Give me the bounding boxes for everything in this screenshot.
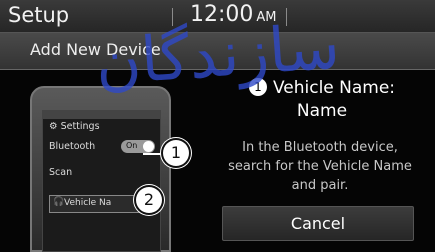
- vehicle-name-value: Name: [296, 101, 348, 121]
- callout-marker-1: 1: [163, 140, 189, 166]
- bluetooth-toggle: On: [121, 140, 155, 153]
- phone-settings-row: ⚙ Settings: [49, 121, 100, 132]
- phone-screen: ⚙ Settings Bluetooth On Scan 🎧 Vehicle N…: [42, 110, 161, 252]
- instruction-text: In the Bluetooth device, search for the …: [205, 138, 435, 195]
- settings-gear-icon: ⚙: [49, 121, 58, 132]
- instruction-line: search for the Vehicle Name: [228, 159, 412, 174]
- phone-illustration: ⚙ Settings Bluetooth On Scan 🎧 Vehicle N…: [30, 86, 171, 252]
- screen-title: Setup: [8, 3, 70, 27]
- cancel-button[interactable]: Cancel: [222, 206, 414, 241]
- phone-settings-label: Settings: [60, 121, 100, 132]
- phone-scan-label: Scan: [49, 167, 73, 178]
- instruction-line: In the Bluetooth device,: [242, 140, 398, 155]
- instruction-line: and pair.: [291, 178, 349, 193]
- callout-marker-2: 2: [136, 187, 162, 213]
- phone-bluetooth-label: Bluetooth: [49, 141, 96, 152]
- phone-device-label: Vehicle Na: [64, 198, 112, 208]
- headset-icon: 🎧: [53, 197, 65, 207]
- phone-device-entry: 🎧 Vehicle Na: [49, 195, 149, 213]
- phone-status-bar: [43, 111, 160, 119]
- toggle-label: On: [126, 141, 138, 150]
- callout-leader-line: [143, 153, 164, 155]
- toggle-knob: [143, 141, 154, 152]
